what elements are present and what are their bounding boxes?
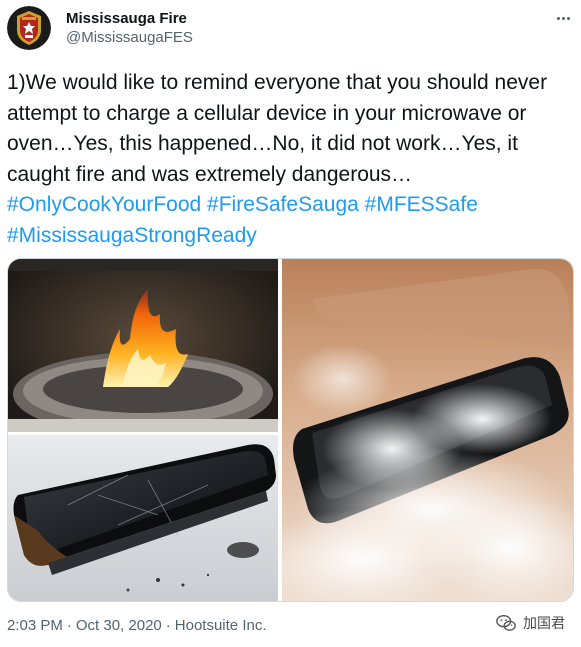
tweet-card: Mississauga Fire @MississaugaFES 1)We wo… <box>0 0 581 647</box>
tweet-source[interactable]: Hootsuite Inc. <box>175 617 267 634</box>
watermark: 加国君 <box>495 612 565 634</box>
dot <box>556 16 560 20</box>
separator: · <box>165 617 171 634</box>
tweet-time[interactable]: 2:03 PM <box>7 617 63 634</box>
hashtag-link[interactable]: #MFESSafe <box>365 193 478 216</box>
more-options-icon[interactable] <box>553 8 573 28</box>
smoking-phone-image <box>282 259 573 601</box>
hashtag-link[interactable]: #OnlyCookYourFood <box>7 193 201 216</box>
tweet-meta: 2:03 PM · Oct 30, 2020 · Hootsuite Inc. <box>7 616 267 636</box>
hashtag-link[interactable]: #FireSafeSauga <box>207 193 359 216</box>
avatar[interactable] <box>7 6 51 50</box>
hashtag-link[interactable]: #MississaugaStrongReady <box>7 224 257 247</box>
microwave-fire-image <box>8 259 278 432</box>
photo-smoking-phone[interactable] <box>282 259 573 601</box>
wechat-icon <box>496 614 516 631</box>
display-name[interactable]: Mississauga Fire <box>66 9 193 28</box>
separator: · <box>66 617 72 634</box>
photo-burnt-phone[interactable] <box>8 435 278 601</box>
tweet-body: 1)We would like to remind everyone that … <box>7 71 548 186</box>
photo-microwave-fire[interactable] <box>8 259 278 432</box>
author-block: Mississauga Fire @MississaugaFES <box>66 9 193 47</box>
handle[interactable]: @MississaugaFES <box>66 28 193 47</box>
dot <box>566 16 570 20</box>
fire-crest-icon <box>7 6 51 50</box>
dot <box>561 16 565 20</box>
tweet-text: 1)We would like to remind everyone that … <box>7 68 579 251</box>
burnt-phone-image <box>8 435 278 601</box>
media-grid <box>7 258 574 602</box>
watermark-text: 加国君 <box>523 615 565 631</box>
tweet-date[interactable]: Oct 30, 2020 <box>76 617 162 634</box>
